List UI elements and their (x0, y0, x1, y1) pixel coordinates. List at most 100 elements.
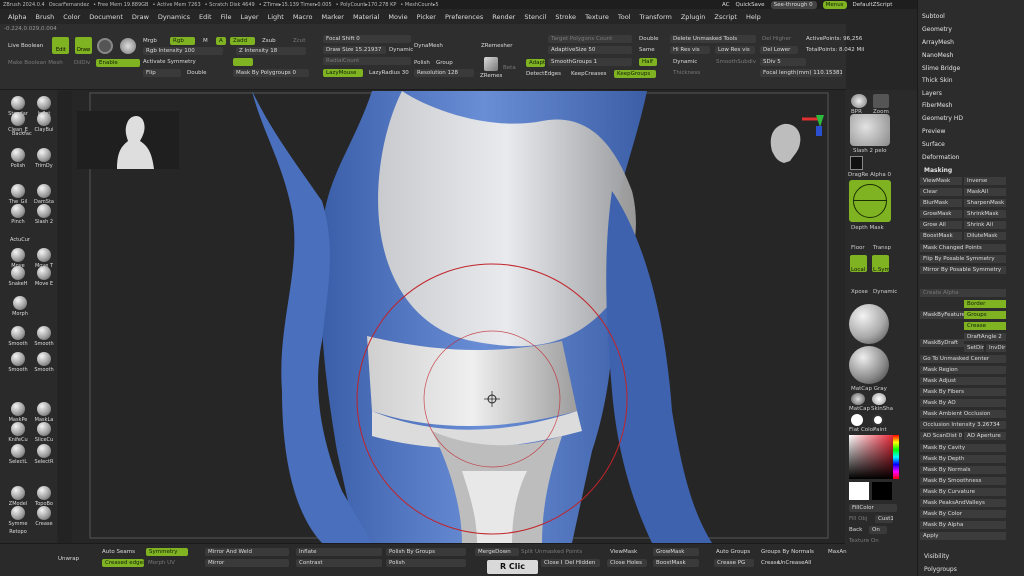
zadd-button[interactable]: Zadd (230, 37, 255, 45)
del-higher-button[interactable]: Del Higher (762, 35, 791, 43)
menu-zscript[interactable]: Zscript (714, 13, 737, 21)
brush-24[interactable]: SliceCu (34, 422, 54, 443)
brush-15[interactable]: Move E (34, 266, 54, 287)
bpr-icon[interactable] (851, 94, 867, 108)
mask-item2-7[interactable]: Mask By Alpha (920, 521, 1006, 529)
dynamic-button[interactable]: Dynamic (673, 58, 697, 66)
brush-11[interactable]: ActuCurve (10, 236, 30, 243)
masking-header[interactable]: Masking (924, 166, 1014, 175)
mask-item-5[interactable]: Mask Ambient Occlusion (920, 410, 1006, 418)
dynamic-persp-button[interactable]: Dynamic (873, 288, 897, 296)
flat-color-icon[interactable] (851, 414, 863, 426)
dynamesh-button[interactable]: DynaMesh (414, 42, 443, 50)
beta-toggle[interactable]: Beta (503, 64, 516, 72)
a-button[interactable]: A (216, 37, 226, 45)
mirror-by-posable-symmetry-button[interactable]: Mirror By Posable Symmetry (920, 266, 1006, 274)
double-button-2[interactable]: Double (639, 35, 659, 43)
keep-creases-toggle[interactable]: KeepCreases (571, 70, 606, 78)
inflate-slider[interactable]: Inflate (296, 548, 382, 556)
menu-color[interactable]: Color (63, 13, 80, 21)
draw-size-slider[interactable]: Draw Size 15.21937 (323, 46, 386, 54)
split-unmasked-button[interactable]: Split Unmasked Points (521, 548, 582, 556)
mask-item2-1[interactable]: Mask By Depth (920, 455, 1006, 463)
mask-item2-6[interactable]: Mask By Color (920, 510, 1006, 518)
brush-26[interactable]: SelectR (34, 444, 54, 465)
brush-28[interactable]: TopoBo (34, 486, 54, 507)
zcut-button[interactable]: Zcut (293, 37, 305, 45)
fill-obj-button[interactable]: Fill Obj (849, 515, 867, 523)
mask-btn-growmask[interactable]: GrowMask (920, 210, 962, 218)
symmetry-x-toggle[interactable] (233, 58, 253, 66)
brush-31[interactable]: Retopo (8, 528, 28, 535)
mask-btn-sharpenmask[interactable]: SharpenMask (964, 199, 1006, 207)
draw-button[interactable]: Draw (75, 37, 92, 54)
skinshade-icon[interactable] (872, 393, 886, 405)
zremesher-cube-icon[interactable] (484, 57, 498, 71)
menu-stencil[interactable]: Stencil (524, 13, 546, 21)
auto-seams-toggle[interactable]: Auto Seams (102, 548, 135, 556)
mask-item-1[interactable]: Mask Region (920, 366, 1006, 374)
focal-length-slider[interactable]: Focal length(mm) 110.15381 (760, 69, 842, 77)
brush-30[interactable]: Crease (34, 506, 54, 527)
symmetry-toggle[interactable]: Symmetry (146, 548, 188, 556)
flip-by-posable-symmetry-button[interactable]: Flip By Posable Symmetry (920, 255, 1006, 263)
move-mode-icon[interactable] (97, 38, 113, 54)
rgb-intensity-slider[interactable]: Rgb Intensity 100 (143, 47, 223, 55)
menu-edit[interactable]: Edit (199, 13, 212, 21)
smooth-subdiv-toggle[interactable]: SmoothSubdiv (716, 58, 756, 66)
activate-symmetry-button[interactable]: Activate Symmetry (143, 58, 196, 66)
mask-btn-viewmask[interactable]: ViewMask (920, 177, 962, 185)
mirror-and-weld-button[interactable]: Mirror And Weld (205, 548, 289, 556)
menu-picker[interactable]: Picker (417, 13, 436, 21)
palette-polygroups[interactable]: Polygroups (924, 565, 1014, 574)
delete-unmasked-tools-button[interactable]: Delete Unmasked Tools (670, 35, 756, 43)
m-button[interactable]: M (203, 37, 208, 45)
mask-btn-shrinkmask[interactable]: ShrinkMask (964, 210, 1006, 218)
menu-light[interactable]: Light (268, 13, 284, 21)
zoom-icon[interactable] (873, 94, 889, 108)
boost-mask-button[interactable]: BoostMask (653, 559, 699, 567)
hue-slider[interactable] (893, 435, 899, 479)
palette-preview[interactable]: Preview (922, 127, 1017, 136)
material-sphere-icon[interactable] (120, 38, 136, 54)
paint-icon[interactable] (872, 414, 884, 426)
menu-material[interactable]: Material (353, 13, 379, 21)
menu-tool[interactable]: Tool (618, 13, 631, 21)
palette-nanomesh[interactable]: NanoMesh (922, 51, 1017, 60)
menu-dynamics[interactable]: Dynamics (158, 13, 190, 21)
palette-visibility[interactable]: Visibility (924, 552, 1014, 561)
viewport[interactable] (58, 91, 845, 543)
brush-6[interactable]: TrimDy (34, 148, 54, 169)
lazymouse-toggle[interactable]: LazyMouse (323, 69, 363, 77)
texture-on-button[interactable]: Texture On (849, 537, 879, 545)
fillcolor-button[interactable]: FillColor (849, 504, 897, 512)
hi-res-vis-button[interactable]: Hi Res vis (670, 46, 710, 54)
menu-brush[interactable]: Brush (35, 13, 54, 21)
view-mask-button[interactable]: ViewMask (610, 548, 637, 556)
palette-arraymesh[interactable]: ArrayMesh (922, 38, 1017, 47)
matcap-gray-sphere[interactable] (849, 304, 889, 344)
brush-7[interactable]: The_Gil (8, 184, 28, 205)
mask-item-2[interactable]: Mask Adjust (920, 377, 1006, 385)
brush-27[interactable]: ZModel (8, 486, 28, 507)
menus-toggle[interactable]: Menus (822, 1, 847, 9)
thickness-slider[interactable]: Thickness (673, 69, 700, 77)
menu-transform[interactable]: Transform (640, 13, 672, 21)
menu-render[interactable]: Render (492, 13, 515, 21)
edit-button[interactable]: Edit (52, 37, 69, 54)
creased-edges-toggle[interactable]: Creased edges (102, 559, 144, 567)
palette-geometry-hd[interactable]: Geometry HD (922, 114, 1017, 123)
brush-14[interactable]: SnakeH (8, 266, 28, 287)
menu-texture[interactable]: Texture (585, 13, 609, 21)
quicksave-button[interactable]: QuickSave (736, 2, 765, 8)
mask-btn-clear[interactable]: Clear (920, 188, 962, 196)
palette-deformation[interactable]: Deformation (922, 153, 1017, 162)
make-boolean-mesh[interactable]: Make Boolean Mesh (8, 59, 63, 67)
mask-item-0[interactable]: Go To Unmasked Center (920, 355, 1006, 363)
menu-preferences[interactable]: Preferences (445, 13, 483, 21)
radial-count-slider[interactable]: RadialCount (323, 57, 411, 65)
border-toggle[interactable]: Border (964, 300, 1006, 308)
brush-3[interactable]: ClayBui (34, 112, 54, 133)
seethrough-slider[interactable]: See-through 0 (770, 1, 817, 9)
menu-layer[interactable]: Layer (240, 13, 258, 21)
